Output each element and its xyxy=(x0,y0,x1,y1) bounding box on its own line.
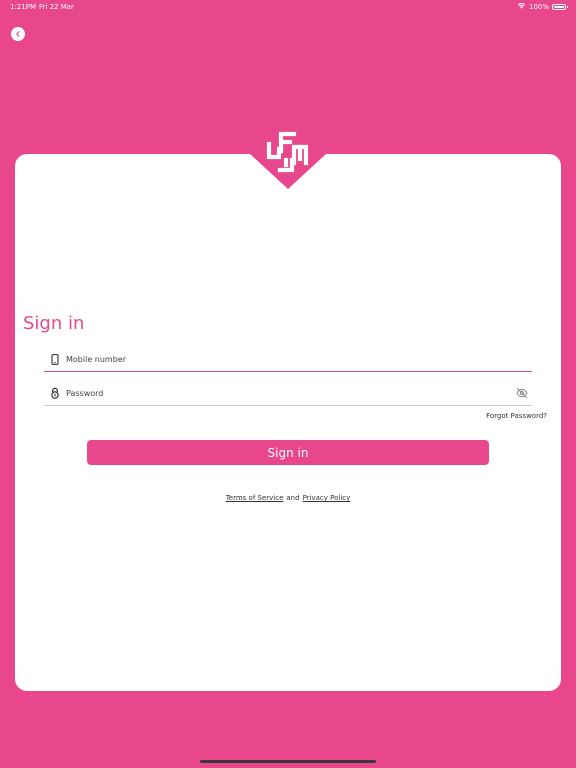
eye-off-icon xyxy=(516,388,528,398)
privacy-policy-link[interactable]: Privacy Policy xyxy=(303,494,351,502)
legal-conjunction: and xyxy=(286,494,300,502)
forgot-password-link[interactable]: Forgot Password? xyxy=(486,412,547,420)
status-date: Fri 22 Mar xyxy=(39,3,74,11)
back-button[interactable] xyxy=(11,27,25,41)
chevron-left-icon xyxy=(14,30,22,38)
status-bar: 1:21PM Fri 22 Mar 100% xyxy=(0,0,576,14)
home-indicator xyxy=(200,760,376,763)
terms-of-service-link[interactable]: Terms of Service xyxy=(226,494,284,502)
battery-percent: 100% xyxy=(528,2,549,11)
wifi-icon xyxy=(517,2,526,11)
mobile-field xyxy=(44,347,532,372)
mobile-number-input[interactable] xyxy=(66,349,532,369)
battery-fill xyxy=(554,5,564,8)
lock-icon xyxy=(44,387,66,399)
password-field xyxy=(44,381,532,406)
brand-logo xyxy=(250,127,326,189)
smartphone-icon xyxy=(44,353,66,365)
login-card xyxy=(15,154,561,691)
battery-icon xyxy=(552,3,568,10)
password-input[interactable] xyxy=(66,383,512,403)
sign-in-button[interactable]: Sign in xyxy=(87,440,489,465)
password-visibility-toggle[interactable] xyxy=(512,388,532,398)
legal-links: Terms of Service and Privacy Policy xyxy=(0,494,576,502)
status-time: 1:21PM xyxy=(10,3,36,11)
status-indicators: 100% xyxy=(517,2,568,11)
page-title: Sign in xyxy=(23,313,85,334)
